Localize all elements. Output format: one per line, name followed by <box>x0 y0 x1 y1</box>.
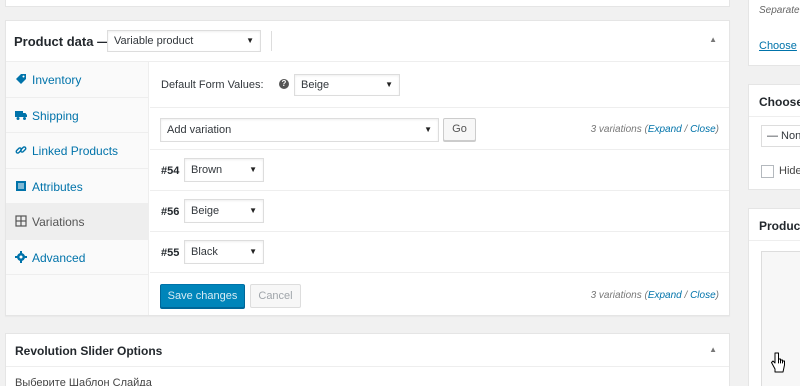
dropdown-arrow-icon: ▼ <box>246 36 254 45</box>
variation-row[interactable]: #54 Brown ▼ <box>150 150 729 191</box>
default-color-value: Beige <box>301 79 330 91</box>
variation-footer-row: Save changes Cancel 3 variations (Expand… <box>150 273 729 315</box>
variation-action-select[interactable]: Add variation ▼ <box>160 118 439 142</box>
tab-label: Attributes <box>32 179 83 194</box>
close-link[interactable]: Close <box>690 124 716 135</box>
default-form-values-label: Default Form Values: <box>161 79 264 91</box>
grid-icon <box>15 215 27 227</box>
link-separator: / <box>684 290 688 301</box>
hide-checkbox-label: Hide <box>779 165 800 177</box>
hide-checkbox[interactable] <box>761 165 774 178</box>
choose-link[interactable]: Choose <box>759 40 797 52</box>
choose-select[interactable]: — None <box>761 125 800 147</box>
revolution-slider-panel: Revolution Slider Options ▲ Выберите Шаб… <box>5 333 730 386</box>
variation-id: #56 <box>161 206 180 218</box>
revolution-slider-title: Revolution Slider Options <box>15 344 163 358</box>
tab-label: Advanced <box>32 250 86 265</box>
go-button[interactable]: Go <box>443 118 476 141</box>
dropdown-arrow-icon: ▼ <box>385 80 393 89</box>
variations-count-text: 3 variations <box>590 290 642 301</box>
header-divider <box>271 31 272 51</box>
choose-box-title: Choose <box>759 95 800 109</box>
tab-shipping[interactable]: Shipping <box>6 98 148 133</box>
tab-linked-products[interactable]: Linked Products <box>6 133 148 169</box>
gear-icon <box>15 250 27 263</box>
hand-cursor-icon <box>770 352 786 374</box>
dropdown-arrow-icon: ▼ <box>424 125 432 134</box>
dropdown-arrow-icon: ▼ <box>249 165 257 174</box>
separate-text: Separate <box>759 5 800 16</box>
variation-row[interactable]: #55 Black ▼ <box>150 232 729 273</box>
close-link[interactable]: Close <box>690 290 716 301</box>
tab-label: Variations <box>32 215 85 229</box>
product-type-select[interactable]: Variable product ▼ <box>107 30 261 52</box>
help-icon[interactable]: ? <box>279 79 289 89</box>
variations-count-footer: 3 variations (Expand / Close) <box>590 290 719 301</box>
sidebar-separate-box: Separate Choose <box>748 0 800 66</box>
tab-attributes[interactable]: Attributes <box>6 169 148 204</box>
tab-label: Linked Products <box>32 144 119 158</box>
choose-box-header: Choose <box>749 85 800 117</box>
variation-id: #55 <box>161 247 180 259</box>
variation-color-value: Brown <box>191 164 223 176</box>
variation-row[interactable]: #56 Beige ▼ <box>150 191 729 232</box>
truck-icon <box>15 109 27 121</box>
variation-color-select[interactable]: Brown ▼ <box>184 158 264 182</box>
product-data-tabs: Inventory Shipping Linked Products Attri… <box>6 62 149 315</box>
variation-color-select[interactable]: Beige ▼ <box>184 199 264 223</box>
top-panel-edge <box>5 0 730 7</box>
variations-count-text: 3 variations <box>590 124 642 135</box>
dropdown-arrow-icon: ▼ <box>249 206 257 215</box>
tab-advanced[interactable]: Advanced <box>6 240 148 275</box>
slide-template-label: Выберите Шаблон Слайда <box>15 377 152 386</box>
product-data-panel: Product data — Variable product ▼ ▲ Inve… <box>5 20 730 316</box>
default-color-select[interactable]: Beige ▼ <box>294 74 400 96</box>
product-data-title: Product data — <box>14 34 111 49</box>
link-separator: / <box>684 124 688 135</box>
revolution-slider-header: Revolution Slider Options ▲ <box>6 334 729 367</box>
variation-id: #54 <box>161 165 180 177</box>
variations-panel: Default Form Values: ? Beige ▼ Add varia… <box>150 62 729 315</box>
variation-action-value: Add variation <box>167 124 232 136</box>
expand-link[interactable]: Expand <box>648 290 682 301</box>
collapse-panel-icon[interactable]: ▲ <box>709 345 717 354</box>
expand-link[interactable]: Expand <box>648 124 682 135</box>
save-changes-button[interactable]: Save changes <box>160 284 245 308</box>
default-form-values-row: Default Form Values: ? Beige ▼ <box>150 62 729 108</box>
product-data-header: Product data — Variable product ▼ ▲ <box>6 21 729 62</box>
variation-color-value: Black <box>191 246 218 258</box>
tab-label: Shipping <box>32 108 79 123</box>
link-icon <box>15 144 27 156</box>
dropdown-arrow-icon: ▼ <box>249 247 257 256</box>
product-box-header: Product <box>749 209 800 241</box>
variation-color-select[interactable]: Black ▼ <box>184 240 264 264</box>
tab-label: Inventory <box>32 73 82 87</box>
product-type-value: Variable product <box>114 35 194 47</box>
variation-color-value: Beige <box>191 205 220 217</box>
tab-variations[interactable]: Variations <box>6 204 148 240</box>
cancel-button[interactable]: Cancel <box>250 284 301 308</box>
tab-inventory[interactable]: Inventory <box>6 62 148 98</box>
collapse-panel-icon[interactable]: ▲ <box>709 35 717 44</box>
variations-count-toolbar: 3 variations (Expand / Close) <box>590 124 719 135</box>
product-box-title: Product <box>759 219 800 233</box>
sidebar-choose-box: Choose — None Hide <box>748 84 800 190</box>
variation-actions-row: Add variation ▼ Go 3 variations (Expand … <box>150 108 729 150</box>
list-icon <box>15 180 27 192</box>
tag-icon <box>15 73 27 85</box>
